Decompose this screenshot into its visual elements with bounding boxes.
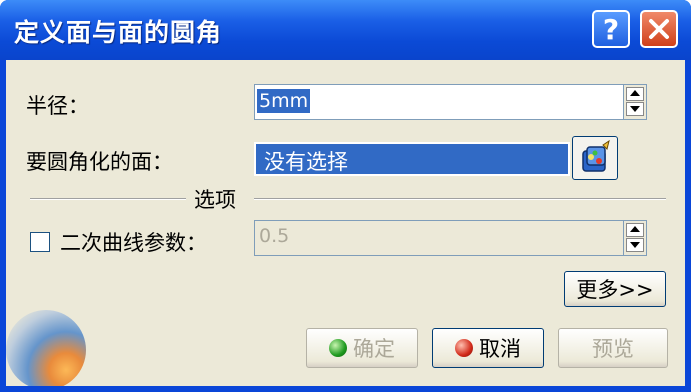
radius-input[interactable]: 5mm (254, 84, 624, 120)
conic-parameter-spinner (623, 220, 647, 256)
title-bar[interactable]: 定义面与面的圆角 ? (0, 0, 691, 60)
cancel-button[interactable]: 取消 (432, 328, 544, 368)
radius-spinner[interactable] (623, 84, 647, 120)
conic-parameter-input: 0.5 (254, 220, 624, 256)
options-section-title: 选项 (194, 188, 236, 212)
spin-up-icon (626, 223, 644, 237)
cancel-label: 取消 (479, 337, 521, 361)
spin-up-icon[interactable] (626, 87, 644, 101)
faces-label: 要圆角化的面： (26, 150, 173, 174)
help-button[interactable]: ? (592, 10, 630, 48)
ok-button[interactable]: 确定 (306, 328, 418, 368)
close-icon (649, 19, 669, 39)
faces-value: 没有选择 (264, 150, 348, 174)
dialog-title: 定义面与面的圆角 (14, 18, 223, 47)
radius-value: 5mm (257, 89, 311, 113)
spin-down-icon[interactable] (626, 102, 644, 116)
preview-button[interactable]: 预览 (558, 328, 668, 368)
cancel-icon (455, 339, 473, 357)
conic-parameter-value: 0.5 (259, 225, 290, 247)
options-divider-right (254, 198, 666, 199)
conic-parameter-checkbox[interactable] (30, 232, 50, 252)
options-divider-left (30, 198, 186, 199)
radius-label: 半径： (26, 94, 89, 118)
more-button[interactable]: 更多>> (564, 271, 666, 307)
ok-icon (329, 339, 347, 357)
close-button[interactable] (640, 10, 678, 48)
catia-logo-graphic (6, 310, 86, 386)
faces-selection-field[interactable]: 没有选择 (254, 142, 570, 176)
ok-label: 确定 (353, 337, 395, 361)
element-list-icon (582, 139, 610, 172)
dialog-window: 定义面与面的圆角 ? 半径： 5mm 要圆角化的面： 没有选择 选项 二次曲线参… (0, 0, 691, 392)
conic-parameter-label: 二次曲线参数： (60, 231, 207, 255)
dialog-body: 半径： 5mm 要圆角化的面： 没有选择 选项 二次曲线参数： 0.5 更多>>… (6, 60, 685, 386)
spin-down-icon (626, 238, 644, 252)
selection-list-button[interactable] (572, 136, 618, 180)
